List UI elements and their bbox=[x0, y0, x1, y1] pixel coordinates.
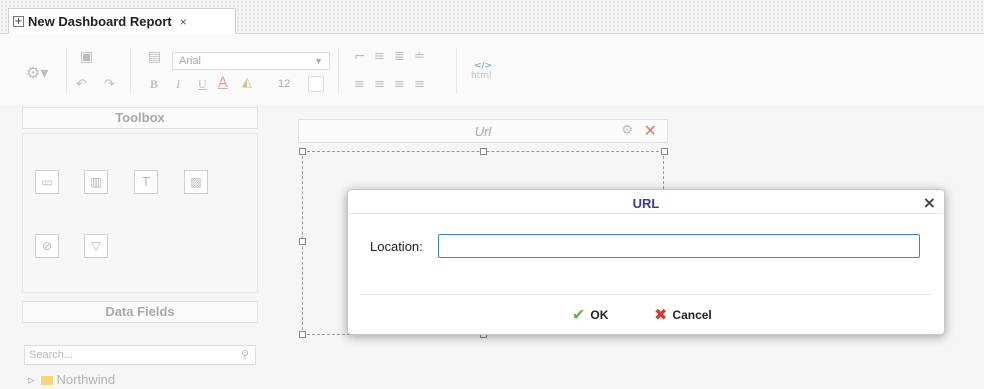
container-tool-icon[interactable]: ▭ bbox=[35, 170, 59, 194]
toolbar-divider bbox=[130, 48, 131, 94]
resize-handle[interactable] bbox=[299, 148, 306, 155]
tab-new-dashboard-report[interactable]: + New Dashboard Report × bbox=[8, 8, 236, 34]
tree-expand-icon[interactable]: ▹ bbox=[28, 372, 35, 387]
fill-color-icon[interactable]: ◭ bbox=[242, 75, 252, 90]
tree-item-label: Northwind bbox=[56, 372, 116, 387]
toolbox-header: Toolbox bbox=[22, 107, 258, 129]
settings-gear-icon[interactable]: ⚙▾ bbox=[26, 63, 48, 82]
filter-tool-icon[interactable]: ▽ bbox=[84, 234, 108, 258]
toolbar: ⚙▾ ▣ ↶ ↷ ▤ B I U A ◭ ⌐ ≡ ≣ ≐ ≡ ≡ ≡ ≡ </>… bbox=[0, 35, 984, 105]
divider bbox=[349, 213, 943, 214]
location-label: Location: bbox=[370, 239, 423, 254]
font-color-icon[interactable]: A bbox=[218, 75, 228, 91]
chevron-down-icon: ▼ bbox=[314, 56, 323, 66]
redo-icon[interactable]: ↷ bbox=[104, 77, 115, 92]
checkmark-icon: ✔ bbox=[572, 305, 586, 324]
resize-handle[interactable] bbox=[299, 238, 306, 245]
widget-settings-icon[interactable]: ⚙ bbox=[621, 123, 633, 138]
folder-icon bbox=[40, 376, 53, 386]
url-dialog: URL × Location: ✔ OK ✖ Cancel bbox=[347, 189, 945, 335]
link-tool-icon[interactable]: ⊘ bbox=[35, 234, 59, 258]
justify-icon[interactable]: ≡ bbox=[414, 77, 425, 92]
x-icon: ✖ bbox=[654, 305, 668, 324]
align-right-icon[interactable]: ≡ bbox=[394, 77, 405, 92]
url-widget-title: Url bbox=[474, 124, 492, 139]
resize-handle[interactable] bbox=[661, 148, 668, 155]
align-middle-icon[interactable]: ≣ bbox=[394, 49, 405, 64]
align-bottom-icon[interactable]: ≐ bbox=[414, 49, 425, 64]
tab-close-icon[interactable]: × bbox=[180, 15, 187, 29]
chart-tool-icon[interactable]: ▥ bbox=[84, 170, 108, 194]
expand-icon[interactable]: + bbox=[13, 16, 24, 27]
font-family-value: Arial bbox=[179, 55, 202, 67]
dialog-title: URL bbox=[632, 196, 660, 211]
toolbox-panel bbox=[22, 133, 258, 293]
url-widget-header[interactable]: Url ⚙ ✕ bbox=[298, 119, 668, 143]
search-placeholder: Search... bbox=[29, 349, 74, 361]
italic-icon[interactable]: I bbox=[176, 77, 180, 92]
font-size-value[interactable]: 12 bbox=[278, 78, 290, 90]
align-top-icon[interactable]: ≡ bbox=[374, 49, 385, 64]
close-icon[interactable]: × bbox=[923, 195, 936, 211]
border-icon[interactable]: ⌐ bbox=[354, 49, 366, 65]
align-center-icon[interactable]: ≡ bbox=[374, 77, 385, 92]
cancel-button[interactable]: ✖ Cancel bbox=[654, 305, 712, 324]
tab-title: New Dashboard Report bbox=[28, 14, 172, 29]
format-painter-icon[interactable]: ▤ bbox=[148, 49, 161, 65]
divider bbox=[360, 294, 932, 295]
font-family-select[interactable]: Arial ▼ bbox=[172, 52, 330, 70]
font-size-stepper[interactable] bbox=[308, 76, 324, 92]
data-fields-search-input[interactable]: Search... ⚲ bbox=[24, 345, 256, 365]
search-icon[interactable]: ⚲ bbox=[241, 346, 249, 364]
image-tool-icon[interactable]: ▨ bbox=[184, 170, 208, 194]
toolbar-divider bbox=[456, 48, 457, 94]
toolbar-divider bbox=[338, 48, 339, 94]
undo-icon[interactable]: ↶ bbox=[76, 77, 87, 92]
html-label[interactable]: html bbox=[471, 71, 492, 81]
text-tool-icon[interactable]: T bbox=[134, 170, 158, 194]
resize-handle[interactable] bbox=[299, 331, 306, 338]
widget-remove-icon[interactable]: ✕ bbox=[644, 121, 657, 140]
save-icon[interactable]: ▣ bbox=[80, 49, 93, 65]
cancel-button-label: Cancel bbox=[672, 308, 712, 322]
toolbar-divider bbox=[66, 48, 67, 94]
tree-item-northwind[interactable]: ▹ Northwind bbox=[28, 372, 115, 388]
tab-strip: + New Dashboard Report × bbox=[0, 0, 984, 34]
bold-icon[interactable]: B bbox=[150, 77, 158, 92]
ok-button[interactable]: ✔ OK bbox=[572, 305, 609, 324]
ok-button-label: OK bbox=[590, 308, 609, 322]
data-fields-header: Data Fields bbox=[22, 301, 258, 323]
resize-handle[interactable] bbox=[480, 148, 487, 155]
align-left-icon[interactable]: ≡ bbox=[354, 77, 365, 92]
html-code-icon[interactable]: </> bbox=[474, 61, 492, 71]
location-input[interactable] bbox=[438, 234, 920, 258]
underline-icon[interactable]: U bbox=[198, 77, 207, 92]
